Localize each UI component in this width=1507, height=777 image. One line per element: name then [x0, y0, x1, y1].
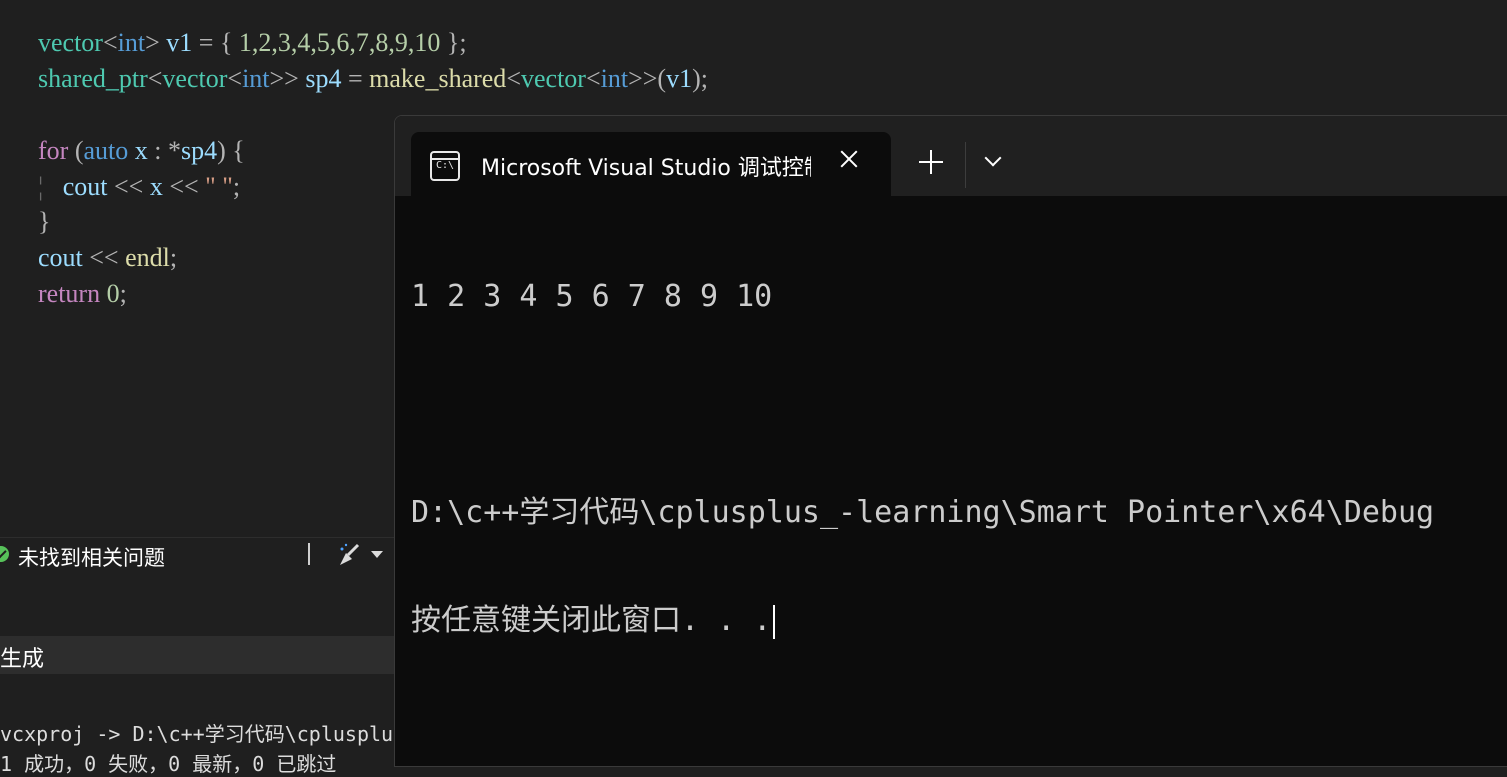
code-token: << — [113, 172, 144, 201]
code-token: cout — [38, 243, 83, 272]
code-token: return — [38, 279, 101, 308]
terminal-output[interactable]: 1 2 3 4 5 6 7 8 9 10 D:\c++学习代码\cplusplu… — [411, 208, 1434, 710]
code-token: x — [134, 136, 148, 165]
terminal-prompt-text: 按任意键关闭此窗口. . . — [411, 603, 772, 638]
code-line-4: ¦ cout << x << " "; — [38, 169, 240, 205]
code-line-7: return 0; — [38, 276, 127, 312]
chevron-down-icon[interactable] — [371, 551, 383, 558]
code-token: = — [198, 28, 214, 57]
code-line-5: } — [38, 204, 50, 240]
code-token: vector — [38, 28, 103, 57]
code-token: sp4 — [305, 64, 342, 93]
code-token: }; — [446, 28, 467, 57]
code-line-6: cout << endl; — [38, 240, 177, 276]
code-token: for — [38, 136, 69, 165]
code-token: v1 — [166, 28, 193, 57]
output-line: 1 成功，0 失败，0 最新，0 已跳过 — [0, 752, 337, 776]
text-cursor — [773, 604, 776, 639]
divider — [965, 142, 966, 188]
terminal-line-prompt: 按任意键关闭此窗口. . . — [411, 602, 1434, 640]
code-token: vector — [520, 64, 586, 93]
chevron-down-icon[interactable] — [985, 152, 999, 166]
code-token: auto — [83, 136, 129, 165]
code-token: ; — [119, 279, 127, 308]
code-token: < — [506, 64, 521, 93]
code-token: ; — [232, 172, 241, 201]
code-token: int — [242, 64, 270, 93]
terminal-icon: C:\ — [430, 151, 460, 181]
code-line-3: for (auto x : *sp4) { — [38, 133, 245, 169]
code-token: endl — [125, 243, 170, 272]
code-token: ; — [169, 243, 178, 272]
code-token: int — [600, 64, 629, 93]
terminal-icon-label: C:\ — [435, 160, 455, 171]
code-token: < — [147, 64, 163, 93]
code-token: v1 — [666, 64, 693, 93]
code-token: sp4 — [181, 136, 218, 165]
code-token: >> — [628, 64, 658, 93]
code-token: < — [102, 28, 118, 57]
code-token: << — [169, 172, 199, 201]
code-token: << — [89, 243, 119, 272]
debug-console-window[interactable]: C:\ Microsoft Visual Studio 调试控制台 1 2 3 … — [394, 115, 1507, 767]
code-token: < — [227, 64, 243, 93]
tab-title: Microsoft Visual Studio 调试控制台 — [481, 156, 811, 181]
code-token: shared_ptr — [38, 64, 148, 93]
code-token: > — [145, 28, 160, 57]
code-token: >> — [269, 64, 299, 93]
code-token: make_shared — [369, 64, 507, 93]
tab-debug-console[interactable]: C:\ Microsoft Visual Studio 调试控制台 — [411, 132, 891, 196]
code-token: cout — [62, 172, 108, 201]
divider — [308, 543, 310, 565]
code-token: { — [219, 28, 233, 57]
code-token: ) — [217, 136, 226, 165]
output-line: vcxproj -> D:\c++学习代码\cplusplus — [0, 722, 406, 746]
output-title: 生成 — [0, 647, 45, 672]
code-token: int — [117, 28, 146, 57]
output-pane: 生成 vcxproj -> D:\c++学习代码\cplusplus 1 成功，… — [0, 572, 405, 776]
code-token: " " — [205, 172, 233, 201]
code-token: 1,2,3,4,5,6,7,8,9,10 — [238, 28, 441, 57]
code-token: : — [154, 136, 162, 165]
code-line-1: vector<int> v1 = { 1,2,3,4,5,6,7,8,9,10 … — [38, 25, 467, 61]
code-token: } — [38, 207, 51, 236]
terminal-tabbar: C:\ Microsoft Visual Studio 调试控制台 — [395, 116, 1507, 196]
code-line-2: shared_ptr<vector<int>> sp4 = make_share… — [38, 61, 708, 97]
terminal-line: 1 2 3 4 5 6 7 8 9 10 — [411, 279, 773, 314]
plus-icon[interactable] — [919, 150, 943, 174]
code-token: < — [585, 64, 601, 93]
check-circle-icon — [0, 546, 9, 562]
code-token: ( — [657, 64, 667, 93]
code-token: { — [232, 136, 245, 165]
issues-status-text[interactable]: 未找到相关问题 — [18, 542, 165, 572]
code-token: * — [168, 136, 181, 165]
brush-icon[interactable] — [336, 541, 364, 569]
code-token: 0 — [106, 279, 120, 308]
output-header: 生成 — [0, 636, 396, 674]
indent-guide: ¦ — [38, 172, 44, 201]
code-token: vector — [162, 64, 228, 93]
code-token: ( — [74, 136, 84, 165]
terminal-line: D:\c++学习代码\cplusplus_-learning\Smart Poi… — [411, 495, 1435, 530]
issues-statusbar: 未找到相关问题 — [0, 537, 396, 573]
code-token: ); — [692, 64, 708, 93]
close-icon[interactable] — [835, 146, 863, 174]
code-token: = — [347, 64, 363, 93]
code-token: x — [149, 172, 163, 201]
